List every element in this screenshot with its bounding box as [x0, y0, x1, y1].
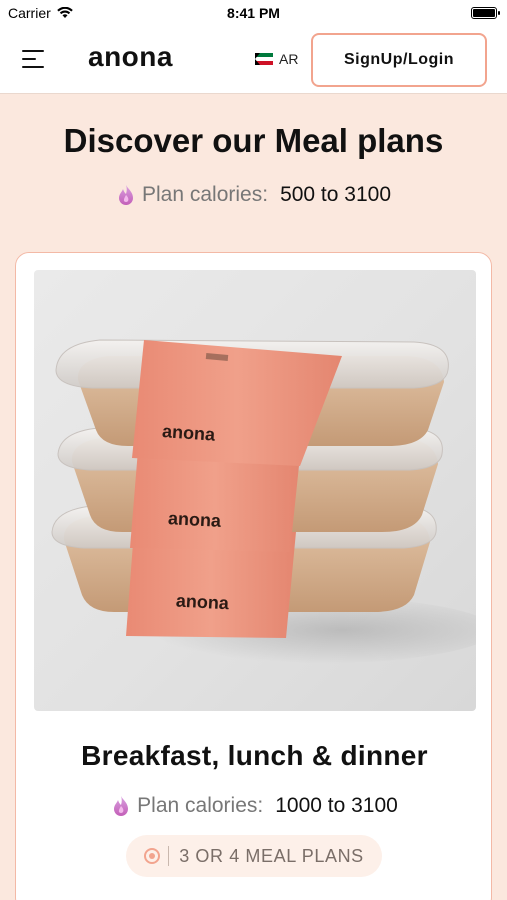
status-bar: Carrier 8:41 PM — [0, 0, 507, 26]
kuwait-flag-icon — [255, 53, 273, 65]
language-switch[interactable]: AR — [255, 51, 298, 67]
meal-plan-image: anona anona anona — [34, 270, 476, 711]
flame-icon — [119, 185, 133, 205]
container-brand-label: anona — [161, 421, 216, 445]
target-icon — [144, 848, 161, 864]
flame-icon — [114, 796, 129, 816]
container-brand-label: anona — [175, 591, 230, 614]
badge-divider — [168, 846, 170, 866]
signup-login-button[interactable]: SignUp/Login — [311, 33, 487, 87]
plan-calories: Plan calories: 1000 to 3100 — [16, 794, 493, 818]
plan-title: Breakfast, lunch & dinner — [81, 740, 428, 771]
hero-calories: Plan calories: 500 to 3100 — [0, 183, 507, 207]
meal-plans-badge-label: 3 OR 4 MEAL PLANS — [179, 845, 364, 866]
calories-value: 500 to 3100 — [280, 183, 391, 206]
container-brand-label: anona — [168, 508, 223, 531]
battery-icon — [471, 7, 500, 19]
plan-calories-value: 1000 to 3100 — [275, 794, 398, 817]
language-label: AR — [279, 51, 299, 67]
brand-logo[interactable]: anona — [88, 41, 173, 73]
page-title: Discover our Meal plans — [63, 122, 444, 159]
meal-plan-card[interactable]: anona anona anona Breakfast, lunch & din… — [15, 252, 492, 900]
top-nav: anona AR SignUp/Login — [0, 26, 507, 94]
calories-label: Plan calories: — [142, 183, 269, 206]
plan-calories-label: Plan calories: — [137, 794, 264, 817]
meal-containers-illustration: anona anona anona — [51, 339, 476, 664]
menu-icon[interactable] — [22, 46, 48, 72]
meal-plans-badge: 3 OR 4 MEAL PLANS — [126, 835, 382, 877]
status-time: 8:41 PM — [227, 5, 280, 21]
